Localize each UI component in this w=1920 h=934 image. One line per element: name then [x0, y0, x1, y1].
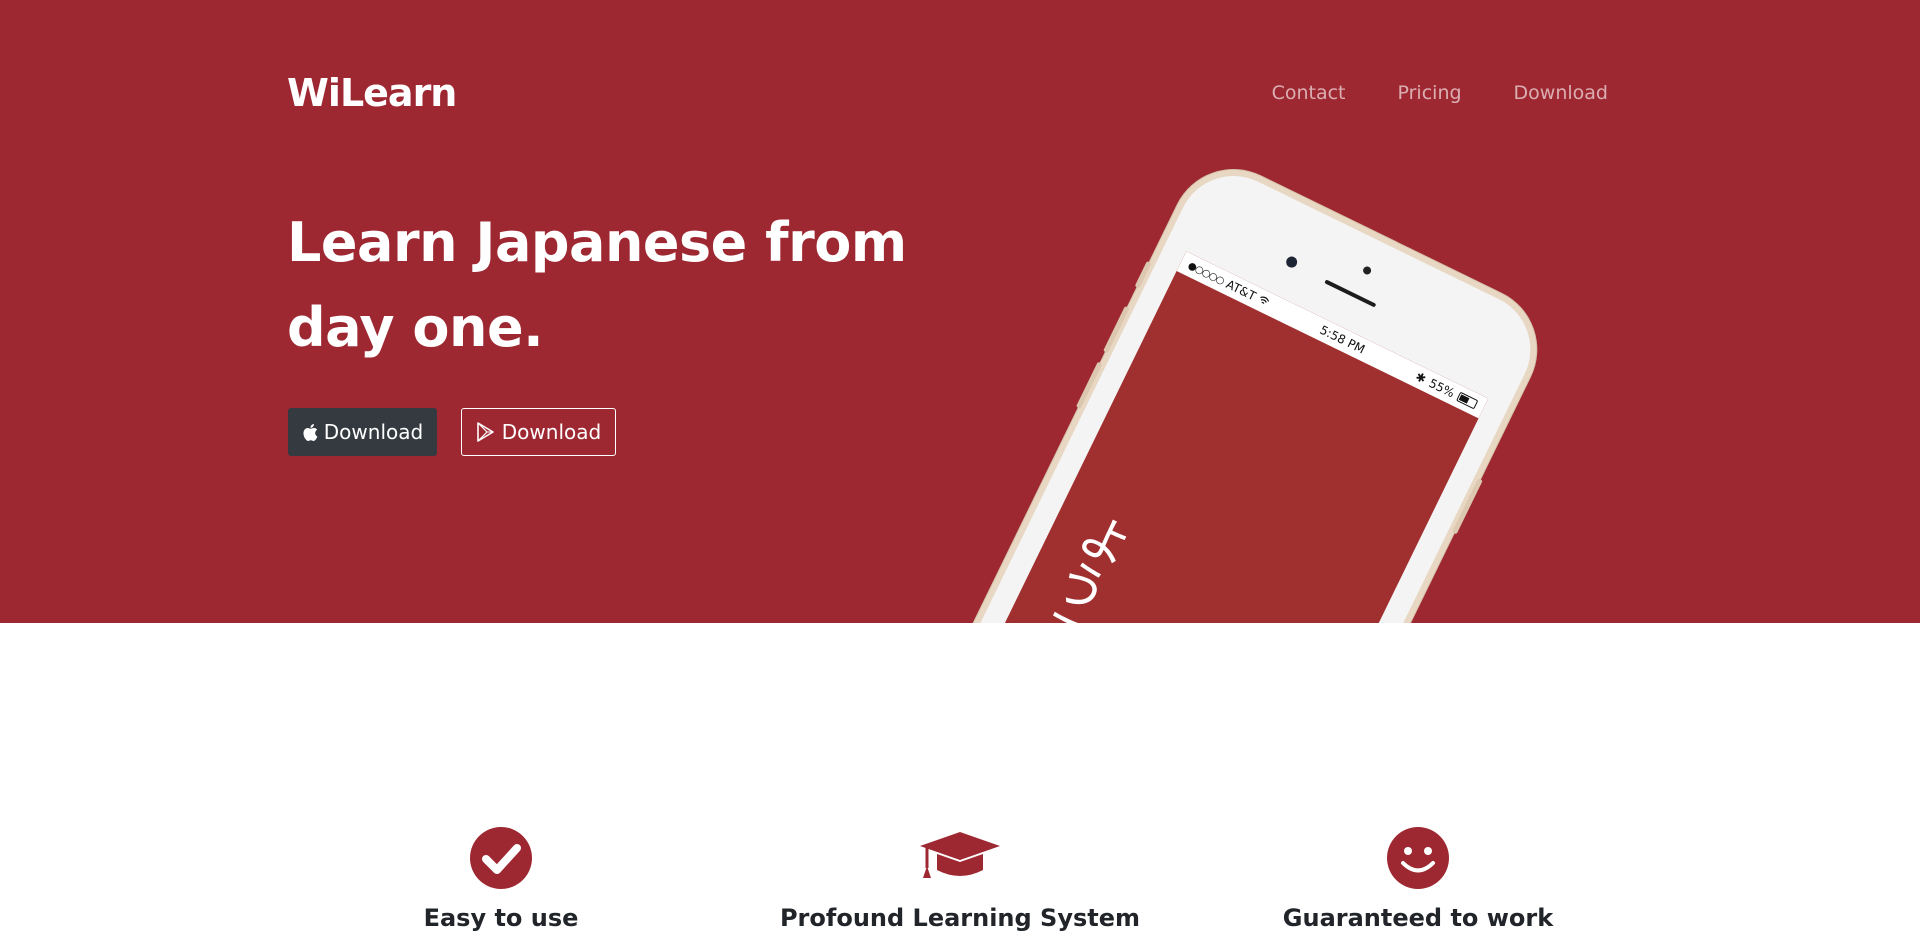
phone-speaker [1324, 279, 1377, 308]
phone-screen: ●○○○○ AT&T 5:58 PM ✱ 55% ようこそ [958, 251, 1489, 623]
play-download-label: Download [501, 420, 602, 444]
feature-learning-system: Profound Learning System [760, 826, 1160, 934]
google-play-icon [476, 422, 496, 442]
phone-sensor [1361, 265, 1373, 276]
signal-icon: ●○○○○ [1186, 259, 1226, 287]
phone-volume-down [1075, 361, 1103, 409]
battery-percent: 55% [1426, 375, 1457, 401]
feature-easy-to-use: Easy to use [301, 826, 701, 934]
smile-icon [1218, 826, 1618, 890]
main-nav: Contact Pricing Download [1272, 80, 1608, 106]
wifi-icon [1256, 293, 1272, 310]
nav-contact-link[interactable]: Contact [1272, 80, 1346, 106]
phone-mockup: ●○○○○ AT&T 5:58 PM ✱ 55% ようこそ [900, 157, 1550, 623]
phone-camera [1284, 254, 1300, 270]
check-circle-icon [301, 826, 701, 890]
feature-title: Profound Learning System [779, 904, 1141, 932]
hero-headline: Learn Japanese from day one. [287, 211, 907, 359]
apple-icon [302, 423, 318, 442]
feature-guaranteed: Guaranteed to work [1218, 826, 1618, 934]
carrier-label: AT&T [1223, 277, 1259, 304]
graduation-cap-icon [760, 826, 1160, 890]
phone-screen-text: ようこそ [993, 500, 1139, 623]
feature-title: Easy to use [423, 904, 579, 932]
phone-body: ●○○○○ AT&T 5:58 PM ✱ 55% ようこそ [900, 157, 1550, 623]
battery-icon [1456, 391, 1479, 410]
brand-logo[interactable]: WiLearn [287, 68, 457, 118]
phone-volume-up [1103, 305, 1130, 354]
apple-download-button[interactable]: Download [288, 408, 437, 456]
apple-download-label: Download [323, 420, 424, 444]
nav-pricing-link[interactable]: Pricing [1398, 80, 1462, 106]
features-section: Easy to use Profound Learning System Gua… [0, 623, 1920, 932]
play-download-button[interactable]: Download [461, 408, 616, 456]
phone-power-button [1451, 478, 1483, 535]
nav-download-link[interactable]: Download [1514, 80, 1608, 106]
phone-time: 5:58 PM [1317, 322, 1368, 357]
feature-title: Guaranteed to work [1282, 904, 1554, 932]
phone-mute-switch [1134, 261, 1152, 289]
phone-status-bar: ●○○○○ AT&T 5:58 PM ✱ 55% [1176, 251, 1489, 419]
bluetooth-icon: ✱ [1413, 369, 1429, 387]
hero-section: WiLearn Contact Pricing Download Learn J… [0, 0, 1920, 623]
